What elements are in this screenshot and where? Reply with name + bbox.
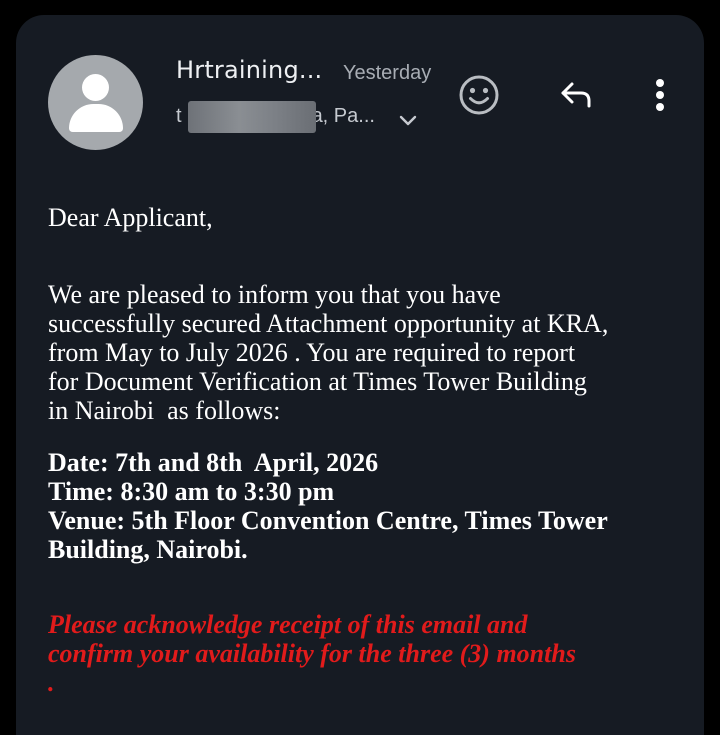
schedule-details: Date: 7th and 8th April, 2026 Time: 8:30… xyxy=(48,448,608,564)
notice-line: confirm your availability for the three … xyxy=(48,639,576,668)
paragraph-line: successfully secured Attachment opportun… xyxy=(48,309,609,338)
greeting: Dear Applicant, xyxy=(48,203,213,232)
add-reaction-button[interactable] xyxy=(457,73,501,117)
date-line: Date: 7th and 8th April, 2026 xyxy=(48,448,379,477)
paragraph-line: from May to July 2026 . You are required… xyxy=(48,338,576,367)
sender-avatar[interactable] xyxy=(48,55,143,150)
email-timestamp: Yesterday xyxy=(343,62,432,84)
paragraph-line: for Document Verification at Times Tower… xyxy=(48,367,587,396)
reply-arrow-icon xyxy=(561,82,591,108)
more-vertical-icon xyxy=(656,79,664,111)
reply-button[interactable] xyxy=(554,73,598,117)
more-options-button[interactable] xyxy=(638,73,682,117)
redacted-recipients xyxy=(188,101,316,133)
notice-line: Please acknowledge receipt of this email… xyxy=(48,610,528,639)
recipients-start: t xyxy=(176,105,182,127)
avatar-body xyxy=(69,104,123,132)
recipients-end: a, Pa... xyxy=(311,105,375,127)
paragraph-line: We are pleased to inform you that you ha… xyxy=(48,280,501,309)
venue-line-continued: Building, Nairobi. xyxy=(48,535,248,564)
chevron-down-icon[interactable] xyxy=(396,108,420,132)
avatar-head xyxy=(82,74,109,101)
main-paragraph: We are pleased to inform you that you ha… xyxy=(48,280,608,425)
paragraph-line: in Nairobi as follows: xyxy=(48,396,281,425)
email-card: Hrtraining... Yesterday t a, Pa... Dear A… xyxy=(16,15,704,735)
smiley-face-icon xyxy=(459,75,499,115)
notice-line: . xyxy=(48,668,55,697)
venue-line: Venue: 5th Floor Convention Centre, Time… xyxy=(48,506,608,535)
acknowledge-notice: Please acknowledge receipt of this email… xyxy=(48,610,576,697)
sender-name[interactable]: Hrtraining... xyxy=(176,56,322,84)
time-line: Time: 8:30 am to 3:30 pm xyxy=(48,477,335,506)
